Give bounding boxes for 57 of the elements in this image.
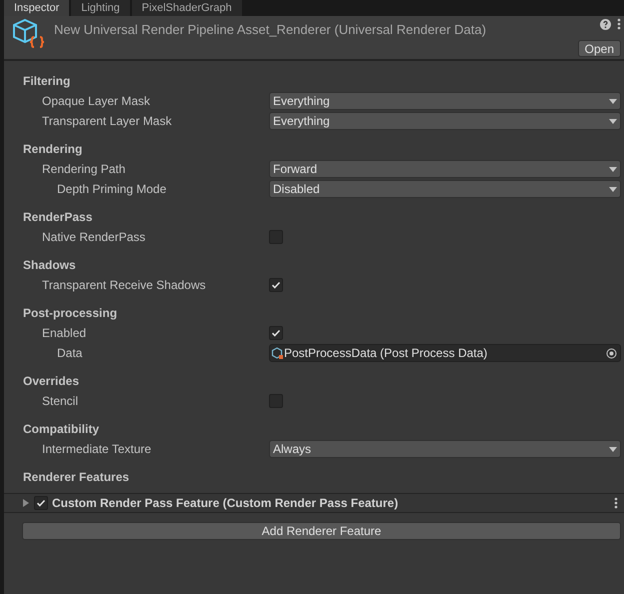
open-button[interactable]: Open	[578, 40, 621, 57]
field-label: Enabled	[42, 326, 86, 340]
help-icon[interactable]	[600, 18, 611, 30]
field-label: Transparent Receive Shadows	[42, 278, 206, 292]
field-label: Intermediate Texture	[42, 442, 152, 456]
section-title: Post-processing	[23, 305, 118, 322]
section-title: Overrides	[23, 373, 80, 390]
section-title: Filtering	[23, 73, 70, 90]
caret-icon	[609, 118, 617, 124]
field-label: Data	[57, 346, 82, 360]
checkmark-icon	[36, 498, 46, 508]
section-title: Renderer Features	[23, 469, 130, 486]
tab[interactable]: PixelShaderGraph	[132, 0, 242, 16]
dropdown-value: Forward	[273, 161, 318, 178]
caret-icon	[609, 166, 617, 172]
field-label: Depth Priming Mode	[57, 182, 166, 196]
tab[interactable]: Lighting	[71, 0, 130, 16]
object-value: PostProcessData (Post Process Data)	[284, 345, 488, 362]
asset-icon	[271, 346, 284, 360]
field-label: Transparent Layer Mask	[42, 114, 172, 128]
checkbox[interactable]	[34, 496, 48, 510]
checkmark-icon	[271, 280, 281, 290]
object-field[interactable]: PostProcessData (Post Process Data)	[269, 344, 621, 362]
checkmark-icon	[271, 328, 281, 338]
field-label: Stencil	[42, 394, 78, 408]
dropdown-value: Everything	[273, 93, 330, 110]
section-title: Shadows	[23, 257, 76, 274]
feature-label: Custom Render Pass Feature (Custom Render Pass Feature)	[52, 495, 400, 512]
section-title: RenderPass	[23, 209, 92, 226]
dropdown[interactable]: Everything	[269, 112, 621, 130]
dropdown-value: Everything	[273, 113, 330, 130]
more-icon[interactable]	[617, 18, 621, 30]
checkbox[interactable]	[269, 278, 283, 292]
dropdown-value: Disabled	[273, 181, 320, 198]
checkbox[interactable]	[269, 394, 283, 408]
dropdown-value: Always	[273, 441, 312, 458]
field-label: Opaque Layer Mask	[42, 94, 150, 108]
tab[interactable]: Inspector	[4, 0, 70, 16]
checkbox[interactable]	[269, 326, 283, 340]
section-title: Compatibility	[23, 421, 100, 438]
caret-icon	[609, 98, 617, 104]
renderer-feature-row[interactable]: Custom Render Pass Feature (Custom Render Pass Feature)	[4, 493, 624, 513]
asset-title: New Universal Render Pipeline Asset_Renderer (Universal Renderer Data)	[54, 22, 486, 37]
field-label: Native RenderPass	[42, 230, 146, 244]
more-icon[interactable]	[614, 497, 618, 509]
caret-icon	[609, 186, 617, 192]
section-title: Rendering	[23, 141, 82, 158]
checkbox[interactable]	[269, 230, 283, 244]
dropdown[interactable]: Always	[269, 440, 621, 458]
caret-icon	[609, 446, 617, 452]
add-renderer-feature-button[interactable]: Add Renderer Feature	[22, 522, 621, 540]
dropdown[interactable]: Disabled	[269, 180, 621, 198]
field-label: Rendering Path	[42, 162, 126, 176]
foldout-arrow-icon[interactable]	[22, 499, 30, 507]
target-icon	[606, 348, 617, 358]
dropdown[interactable]: Everything	[269, 92, 621, 110]
dropdown[interactable]: Forward	[269, 160, 621, 178]
